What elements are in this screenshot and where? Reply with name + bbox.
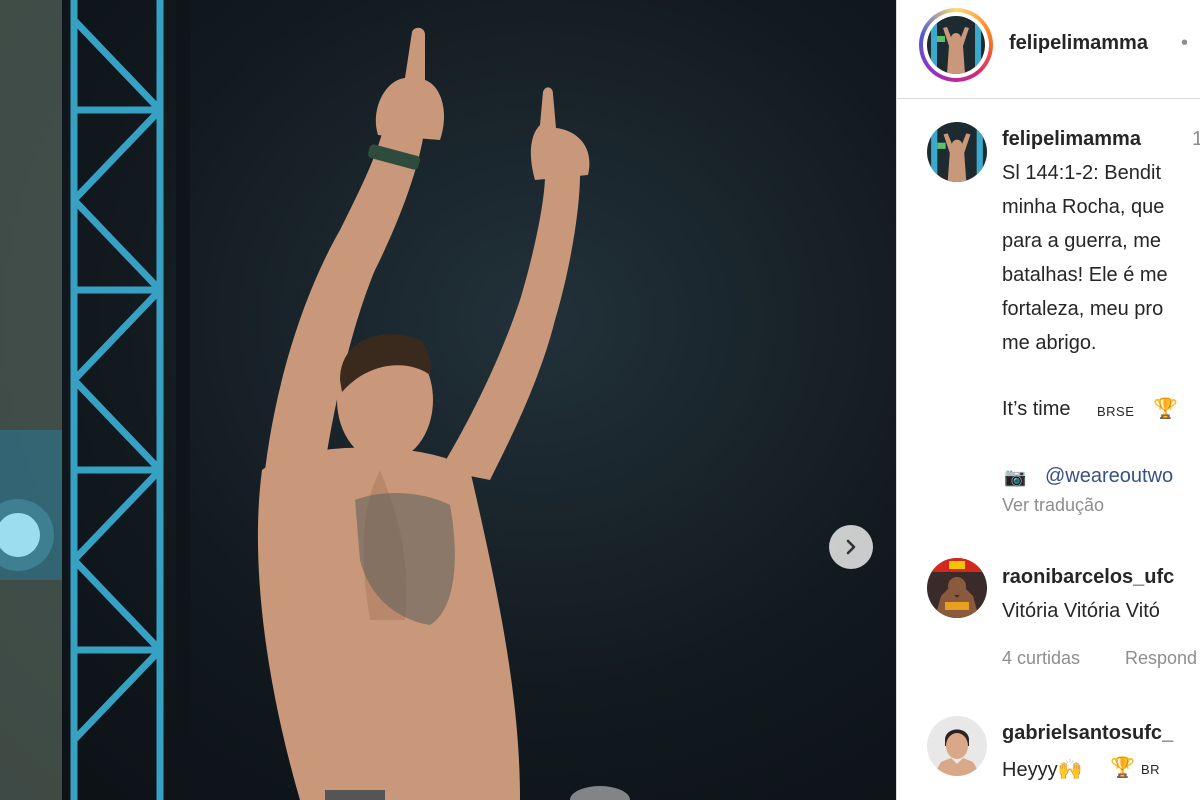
caption-line: para a guerra, me <box>1002 230 1161 252</box>
fighter-photo <box>0 0 630 800</box>
avatar-icon <box>927 16 985 74</box>
photographer-mention[interactable]: @weareoutwo <box>1045 465 1173 488</box>
comment-username[interactable]: raonibarcelos_ufc <box>1002 566 1174 589</box>
post-header: felipelimamma • <box>897 0 1200 99</box>
comment-text: Vitória Vitória Vitó <box>1002 600 1160 622</box>
comment-likes[interactable]: 4 curtidas <box>1002 648 1080 669</box>
caption-time: 1 <box>1192 128 1200 151</box>
trophy-icon: 🏆 <box>1153 398 1178 420</box>
caption-line: Sl 144:1-2: Bendit <box>1002 162 1161 184</box>
comment-avatar[interactable] <box>927 716 987 776</box>
author-avatar[interactable] <box>927 16 985 74</box>
caption-its-time: It’s time <box>1002 398 1071 420</box>
avatar-icon <box>927 122 987 182</box>
caption-username[interactable]: felipelimamma <box>1002 128 1141 151</box>
caption-line: minha Rocha, que <box>1002 196 1165 218</box>
post-sidebar: felipelimamma • felipelimamma 1 Sl 144:1… <box>896 0 1200 800</box>
header-username[interactable]: felipelimamma <box>1009 32 1148 55</box>
trophy-icon: 🏆 <box>1110 757 1135 779</box>
next-slide-button[interactable] <box>829 525 873 569</box>
caption-line: me abrigo. <box>1002 332 1097 354</box>
header-separator: • <box>1181 32 1189 54</box>
comment-avatar[interactable] <box>927 558 987 618</box>
comment-username[interactable]: gabrielsantosufc_ <box>1002 722 1173 745</box>
comment-text: Heyyy🙌 <box>1002 759 1083 781</box>
caption-line: batalhas! Ele é me <box>1002 264 1168 286</box>
country-tag: BRSE <box>1097 404 1135 419</box>
avatar-icon <box>927 716 987 776</box>
caption-line: fortaleza, meu pro <box>1002 298 1164 320</box>
avatar-icon <box>927 558 987 618</box>
camera-icon: 📷 <box>1004 467 1027 487</box>
post-photo[interactable] <box>0 0 896 800</box>
country-tag: BR <box>1141 762 1161 777</box>
caption-avatar[interactable] <box>927 122 987 182</box>
see-translation-link[interactable]: Ver tradução <box>1002 495 1104 516</box>
reply-button[interactable]: Respond <box>1125 648 1197 669</box>
chevron-right-icon <box>846 539 856 555</box>
